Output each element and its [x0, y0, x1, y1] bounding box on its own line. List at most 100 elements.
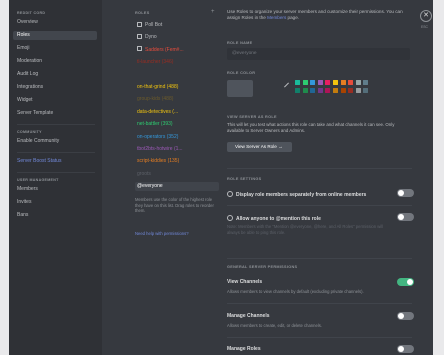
perm-manage-channels: Manage Channels — [227, 313, 270, 319]
role-item[interactable]: on-that-grind (488) — [135, 83, 219, 92]
toggle-knob — [398, 313, 404, 319]
sidebar-item-audit-log[interactable]: Audit Log — [13, 70, 97, 79]
color-swatch[interactable] — [317, 88, 323, 93]
role-name-input[interactable]: @everyone — [227, 48, 410, 60]
roles-list-panel: ROLES + Poll Bot Dyno Sadders (Fem#... tl-l… — [135, 0, 219, 355]
sidebar-item-overview[interactable]: Overview — [13, 18, 97, 27]
sidebar-item-invites[interactable]: Invites — [13, 198, 97, 207]
section-divider — [227, 303, 412, 304]
color-swatch[interactable] — [302, 88, 308, 93]
color-swatch[interactable] — [355, 80, 361, 85]
color-swatch[interactable] — [325, 88, 331, 93]
color-swatch[interactable] — [302, 80, 308, 85]
role-item[interactable]: group-kids (488) — [135, 95, 219, 104]
settings-sidebar: REDDIT CORD Overview Roles Emoji Moderat… — [9, 0, 102, 355]
role-item[interactable]: data-detectives (... — [135, 108, 219, 117]
allow-mention-setting: Allow anyone to @mention this role — [227, 214, 321, 222]
community-header: COMMUNITY — [17, 130, 42, 134]
color-swatch[interactable] — [363, 88, 369, 93]
roles-intro: Use Roles to organize your server member… — [227, 9, 403, 20]
role-item[interactable] — [135, 71, 219, 80]
view-as-role-label: VIEW SERVER AS ROLE — [227, 115, 277, 119]
color-swatch[interactable] — [333, 80, 338, 85]
roles-info-text: Members use the color of the highest rol… — [135, 197, 214, 214]
display-separately-setting: Display role members separately from onl… — [227, 190, 366, 198]
settings-window: REDDIT CORD Overview Roles Emoji Moderat… — [9, 0, 433, 355]
sidebar-item-widget[interactable]: Widget — [13, 96, 97, 105]
toggle-knob — [398, 346, 404, 352]
view-channels-toggle[interactable] — [397, 278, 414, 286]
color-picker-icon[interactable] — [284, 82, 289, 88]
color-swatch[interactable] — [363, 80, 369, 85]
permissions-help-link[interactable]: Need help with permissions? — [135, 231, 189, 236]
view-server-as-role-button[interactable]: View Server As Role → — [227, 142, 292, 152]
allow-mention-toggle[interactable] — [397, 213, 414, 221]
role-item[interactable]: @everyone — [135, 182, 219, 192]
sidebar-item-server-template[interactable]: Server Template — [13, 109, 97, 118]
server-name-header: REDDIT CORD — [17, 11, 46, 15]
color-swatch[interactable] — [340, 88, 346, 93]
role-name: net-battler (393) — [137, 121, 173, 128]
color-swatch[interactable] — [340, 80, 346, 85]
color-swatch[interactable] — [348, 80, 354, 85]
role-name: Sadders (Fem#... — [145, 46, 184, 53]
toggle-knob — [398, 190, 404, 196]
role-item[interactable]: tl-launcher (346) — [135, 58, 219, 67]
color-swatch[interactable] — [295, 80, 300, 85]
color-swatch[interactable] — [310, 88, 316, 93]
role-item[interactable]: tbot2bts-hotwire (1... — [135, 145, 219, 154]
add-role-icon[interactable]: + — [211, 9, 215, 15]
lock-icon — [137, 33, 142, 39]
role-item[interactable]: script-kiddies (135) — [135, 157, 219, 166]
manage-roles-toggle[interactable] — [397, 345, 414, 353]
role-name: groots — [137, 170, 151, 177]
role-item[interactable]: on-operators (352) — [135, 133, 219, 142]
sidebar-item-members[interactable]: Members — [13, 185, 97, 194]
sidebar-item-roles[interactable]: Roles — [13, 31, 97, 40]
user-management-header: USER MANAGEMENT — [17, 178, 59, 182]
role-name-label: ROLE NAME — [227, 41, 253, 45]
perm-manage-roles: Manage Roles — [227, 346, 261, 352]
section-divider — [227, 168, 412, 169]
role-item[interactable]: groots — [135, 170, 219, 179]
sidebar-divider — [17, 172, 95, 173]
sidebar-item-server-boost-status[interactable]: Server Boost Status — [13, 157, 97, 166]
color-swatch[interactable] — [333, 88, 338, 93]
color-swatch[interactable] — [310, 80, 316, 85]
role-item[interactable]: Sadders (Fem#... — [135, 46, 219, 55]
sidebar-item-emoji[interactable]: Emoji — [13, 44, 97, 53]
general-permissions-label: GENERAL SERVER PERMISSIONS — [227, 265, 298, 269]
role-name: group-kids (488) — [137, 96, 174, 103]
color-swatch[interactable] — [348, 88, 354, 93]
display-separately-toggle[interactable] — [397, 189, 414, 197]
sidebar-item-integrations[interactable]: Integrations — [13, 83, 97, 92]
role-name: on-that-grind (488) — [137, 84, 179, 90]
color-swatch[interactable] — [325, 80, 331, 85]
close-icon[interactable]: ✕ — [420, 10, 432, 22]
role-name: script-kiddies (135) — [137, 158, 180, 165]
toggle-knob — [407, 279, 413, 285]
role-name: tl-launcher (346) — [137, 59, 174, 66]
sidebar-item-bans[interactable]: Bans — [13, 211, 97, 220]
sidebar-item-enable-community[interactable]: Enable Community — [13, 137, 97, 146]
manage-channels-toggle[interactable] — [397, 312, 414, 320]
allow-mention-note: Note: Members with the "Mention @everyon… — [227, 224, 384, 235]
sidebar-item-moderation[interactable]: Moderation — [13, 57, 97, 66]
color-swatch[interactable] — [295, 88, 300, 93]
perm-view-channels-desc: Allows members to view channels by defau… — [227, 289, 364, 294]
role-item[interactable]: net-battler (393) — [135, 120, 219, 129]
view-as-role-description: This will let you test what actions this… — [227, 122, 395, 133]
role-name: Poll Bot — [145, 22, 163, 28]
role-color-label: ROLE COLOR — [227, 71, 256, 75]
color-swatch[interactable] — [355, 88, 361, 93]
perm-manage-channels-desc: Allows members to create, edit, or delet… — [227, 323, 322, 328]
color-swatch[interactable] — [317, 80, 323, 85]
members-link[interactable]: Members — [267, 15, 286, 20]
role-item[interactable]: Poll Bot — [135, 21, 219, 30]
perm-view-channels: View Channels — [227, 279, 263, 285]
sidebar-divider — [17, 152, 95, 153]
section-divider — [227, 205, 412, 206]
default-color-swatch[interactable] — [227, 80, 253, 97]
role-item[interactable]: Dyno — [135, 33, 219, 42]
role-editor: Use Roles to organize your server member… — [227, 0, 417, 355]
